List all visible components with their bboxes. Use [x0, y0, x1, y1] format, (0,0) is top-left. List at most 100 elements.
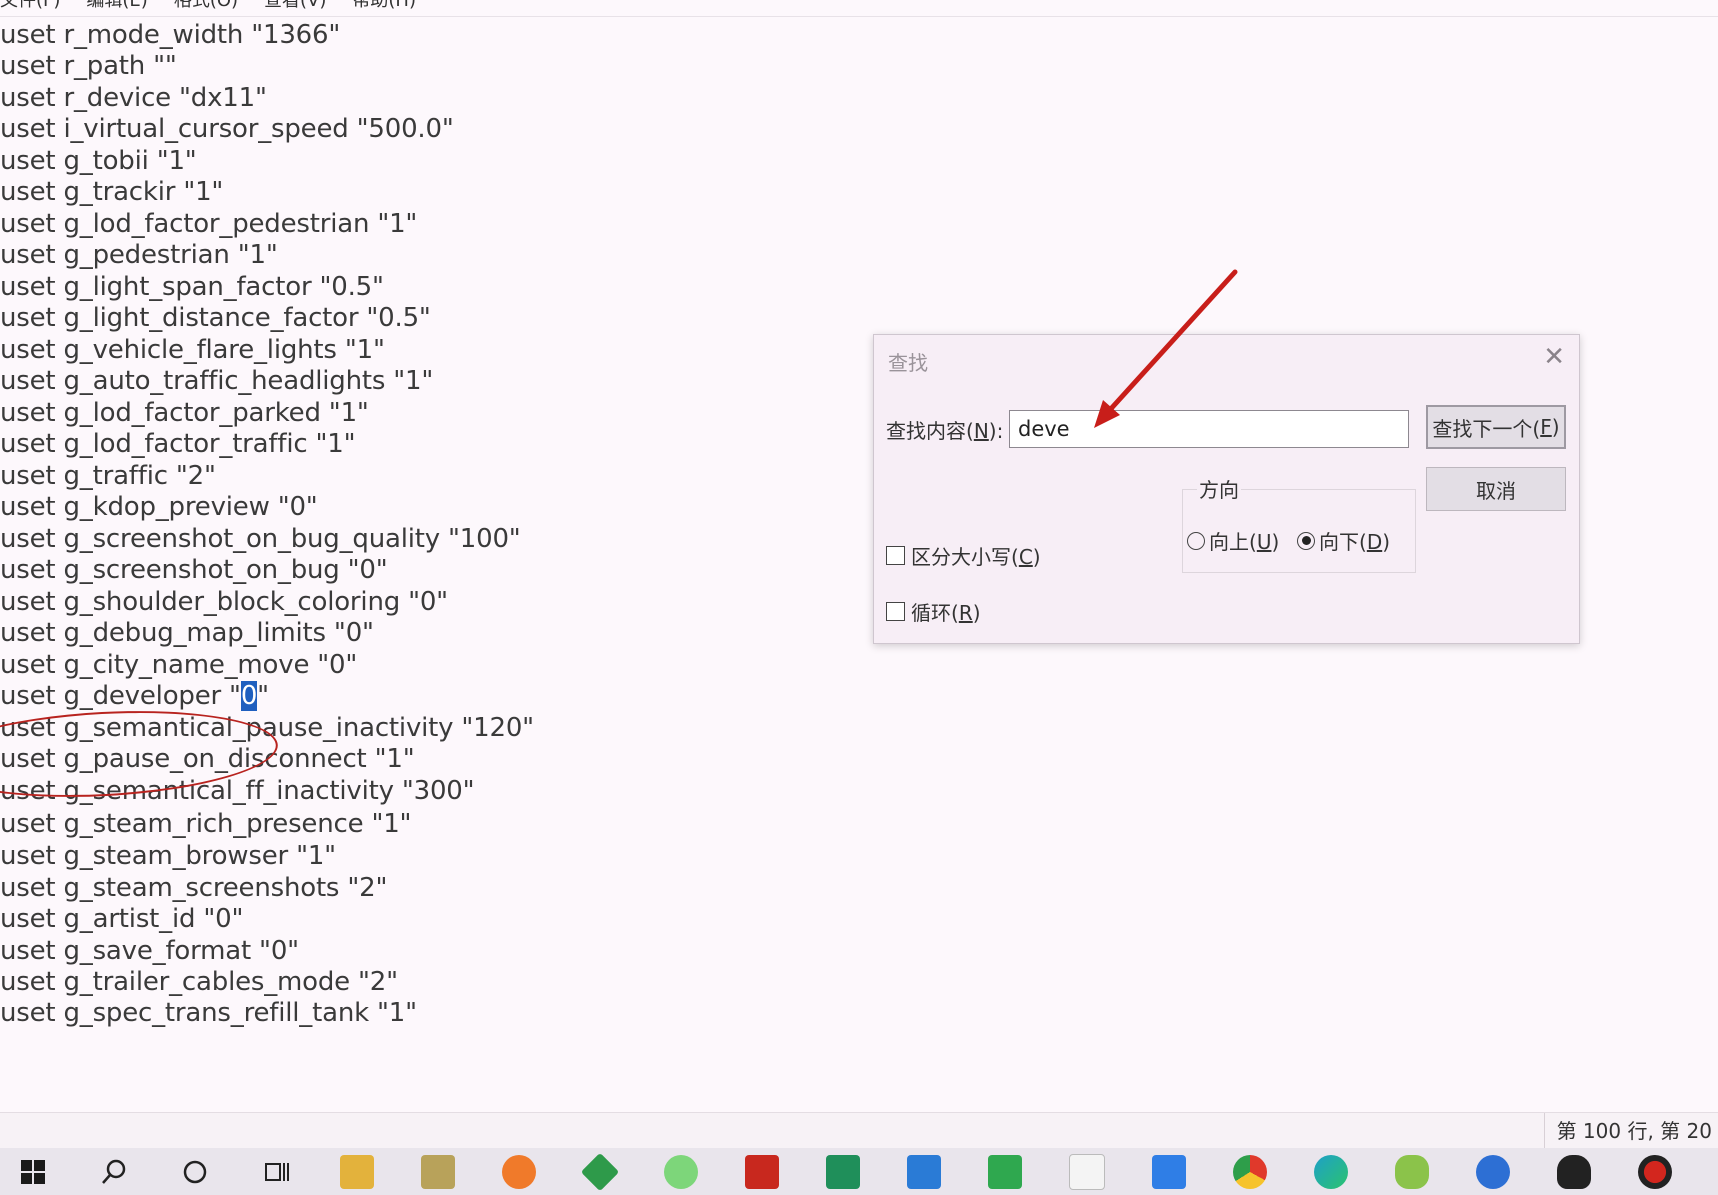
file-explorer-icon[interactable]	[340, 1154, 374, 1189]
radio-down-indicator[interactable]	[1297, 531, 1315, 550]
vscode-icon[interactable]	[907, 1154, 941, 1189]
search-icon[interactable]	[97, 1155, 131, 1189]
radio-up-indicator[interactable]	[1187, 531, 1205, 550]
find-what-label: 查找内容(N):	[886, 415, 1003, 444]
text-line: uset g_vehicle_flare_lights "1"	[0, 335, 385, 365]
app-red-icon[interactable]	[745, 1154, 779, 1189]
text-line: uset g_spec_trans_refill_tank "1"	[0, 998, 417, 1028]
text-line: uset g_city_name_move "0"	[0, 650, 358, 680]
find-what-label-key: N	[973, 419, 989, 443]
text-line: uset g_lod_factor_parked "1"	[0, 398, 369, 428]
match-case-label-key: C	[1018, 545, 1033, 569]
wrap-around-label: 循环(R)	[911, 597, 981, 626]
text-line: uset g_trackir "1"	[0, 177, 224, 207]
direction-up-label-suffix: )	[1271, 530, 1280, 554]
text-line: uset g_lod_factor_traffic "1"	[0, 429, 356, 459]
text-line: uset r_mode_width "1366"	[0, 20, 341, 50]
close-icon[interactable]: ✕	[1543, 343, 1565, 371]
text-line: uset g_artist_id "0"	[0, 904, 244, 934]
wrap-around-label-key: R	[958, 601, 973, 625]
find-next-button[interactable]: 查找下一个(F)	[1426, 405, 1566, 449]
record-icon[interactable]	[1638, 1154, 1672, 1189]
find-what-input[interactable]	[1009, 410, 1409, 448]
task-view-icon[interactable]	[259, 1155, 293, 1189]
developer-line: uset g_developer "0"	[0, 679, 269, 713]
wrap-around-checkbox[interactable]: 循环(R)	[886, 597, 981, 626]
text-line: uset g_light_distance_factor "0.5"	[0, 303, 431, 333]
menu-format[interactable]: 格式(O)	[174, 0, 238, 16]
notepad-blue-icon[interactable]	[1152, 1154, 1186, 1189]
edge-icon[interactable]	[1314, 1154, 1348, 1189]
photos-icon[interactable]	[421, 1154, 455, 1189]
direction-group: 方向 向上(U) 向下(D)	[1182, 474, 1416, 573]
text-line: uset g_kdop_preview "0"	[0, 492, 318, 522]
chrome-icon[interactable]	[1233, 1154, 1267, 1189]
text-line: uset g_screenshot_on_bug_quality "100"	[0, 524, 521, 554]
text-line: uset g_traffic "2"	[0, 461, 216, 491]
cursor-position: 第 100 行, 第 20	[1543, 1113, 1712, 1149]
text-line: uset g_tobii "1"	[0, 146, 197, 176]
menu-edit[interactable]: 编辑(E)	[86, 0, 147, 16]
snail-app-icon[interactable]	[502, 1154, 536, 1189]
text-line: uset g_trailer_cables_mode "2"	[0, 967, 398, 997]
match-case-box[interactable]	[886, 546, 905, 565]
direction-down-radio[interactable]: 向下(D)	[1297, 526, 1390, 555]
find-next-label-suffix: )	[1551, 415, 1560, 439]
wechat-green-icon[interactable]	[664, 1154, 698, 1189]
text-line: uset g_steam_rich_presence "1"	[0, 809, 412, 839]
find-next-label-key: F	[1540, 415, 1552, 439]
match-case-label: 区分大小写(C)	[911, 541, 1041, 570]
taskbar	[0, 1148, 1718, 1195]
typora-icon[interactable]	[1069, 1153, 1105, 1190]
text-line: uset g_lod_factor_pedestrian "1"	[0, 209, 418, 239]
match-case-label-suffix: )	[1032, 545, 1041, 569]
text-line: uset r_path ""	[0, 51, 177, 81]
hbuilder-icon[interactable]	[988, 1154, 1022, 1189]
developer-line-prefix: uset g_developer "	[0, 681, 241, 711]
menu-help[interactable]: 帮助(H)	[352, 0, 416, 16]
direction-down-label: 向下(D)	[1319, 526, 1390, 555]
menu-file[interactable]: 文件(F)	[0, 0, 60, 16]
direction-down-label-suffix: )	[1382, 530, 1391, 554]
direction-up-label: 向上(U)	[1209, 526, 1279, 555]
selected-text[interactable]: 0	[240, 681, 257, 711]
direction-up-label-prefix: 向上(	[1209, 530, 1257, 554]
direction-down-label-key: D	[1366, 530, 1383, 554]
game-app-icon[interactable]	[1395, 1154, 1429, 1189]
cortana-icon[interactable]	[178, 1155, 212, 1189]
match-case-checkbox[interactable]: 区分大小写(C)	[886, 541, 1041, 570]
find-dialog: 查找 ✕ 查找内容(N): 查找下一个(F) 取消 方向 向上(U) 向下(D)…	[873, 334, 1580, 644]
developer-line-suffix: "	[257, 681, 269, 711]
windows-start-icon[interactable]	[16, 1155, 50, 1189]
text-line: uset g_save_format "0"	[0, 936, 299, 966]
direction-up-radio[interactable]: 向上(U)	[1187, 526, 1279, 555]
wrap-around-box[interactable]	[886, 602, 905, 621]
direction-down-label-prefix: 向下(	[1319, 530, 1367, 554]
find-what-label-prefix: 查找内容(	[886, 419, 974, 443]
find-what-label-suffix: ):	[988, 419, 1004, 443]
text-line: uset r_device "dx11"	[0, 83, 267, 113]
text-line: uset g_light_span_factor "0.5"	[0, 272, 384, 302]
text-line: uset i_virtual_cursor_speed "500.0"	[0, 114, 454, 144]
cancel-button[interactable]: 取消	[1426, 467, 1566, 511]
match-case-label-prefix: 区分大小写(	[911, 545, 1019, 569]
wrap-around-label-suffix: )	[972, 601, 981, 625]
menu-bar: 文件(F) 编辑(E) 格式(O) 查看(V) 帮助(H)	[0, 0, 1718, 17]
feather-app-icon[interactable]	[1476, 1154, 1510, 1189]
find-next-label-prefix: 查找下一个(	[1432, 416, 1541, 441]
dialog-title: 查找	[888, 351, 928, 375]
direction-up-label-key: U	[1256, 530, 1272, 554]
text-line: uset g_shoulder_block_coloring "0"	[0, 587, 448, 617]
text-line: uset g_screenshot_on_bug "0"	[0, 555, 388, 585]
diamond-app-icon[interactable]	[580, 1152, 620, 1191]
text-line: uset g_debug_map_limits "0"	[0, 618, 374, 648]
qq-icon[interactable]	[1557, 1154, 1591, 1189]
direction-legend: 方向	[1197, 474, 1241, 503]
text-line: uset g_auto_traffic_headlights "1"	[0, 366, 434, 396]
wrap-around-label-prefix: 循环(	[911, 601, 959, 625]
text-line: uset g_steam_screenshots "2"	[0, 873, 388, 903]
menu-view[interactable]: 查看(V)	[264, 0, 326, 16]
text-line: uset g_steam_browser "1"	[0, 841, 336, 871]
pycharm-icon[interactable]	[826, 1154, 860, 1189]
status-bar: 第 100 行, 第 20	[0, 1112, 1718, 1149]
